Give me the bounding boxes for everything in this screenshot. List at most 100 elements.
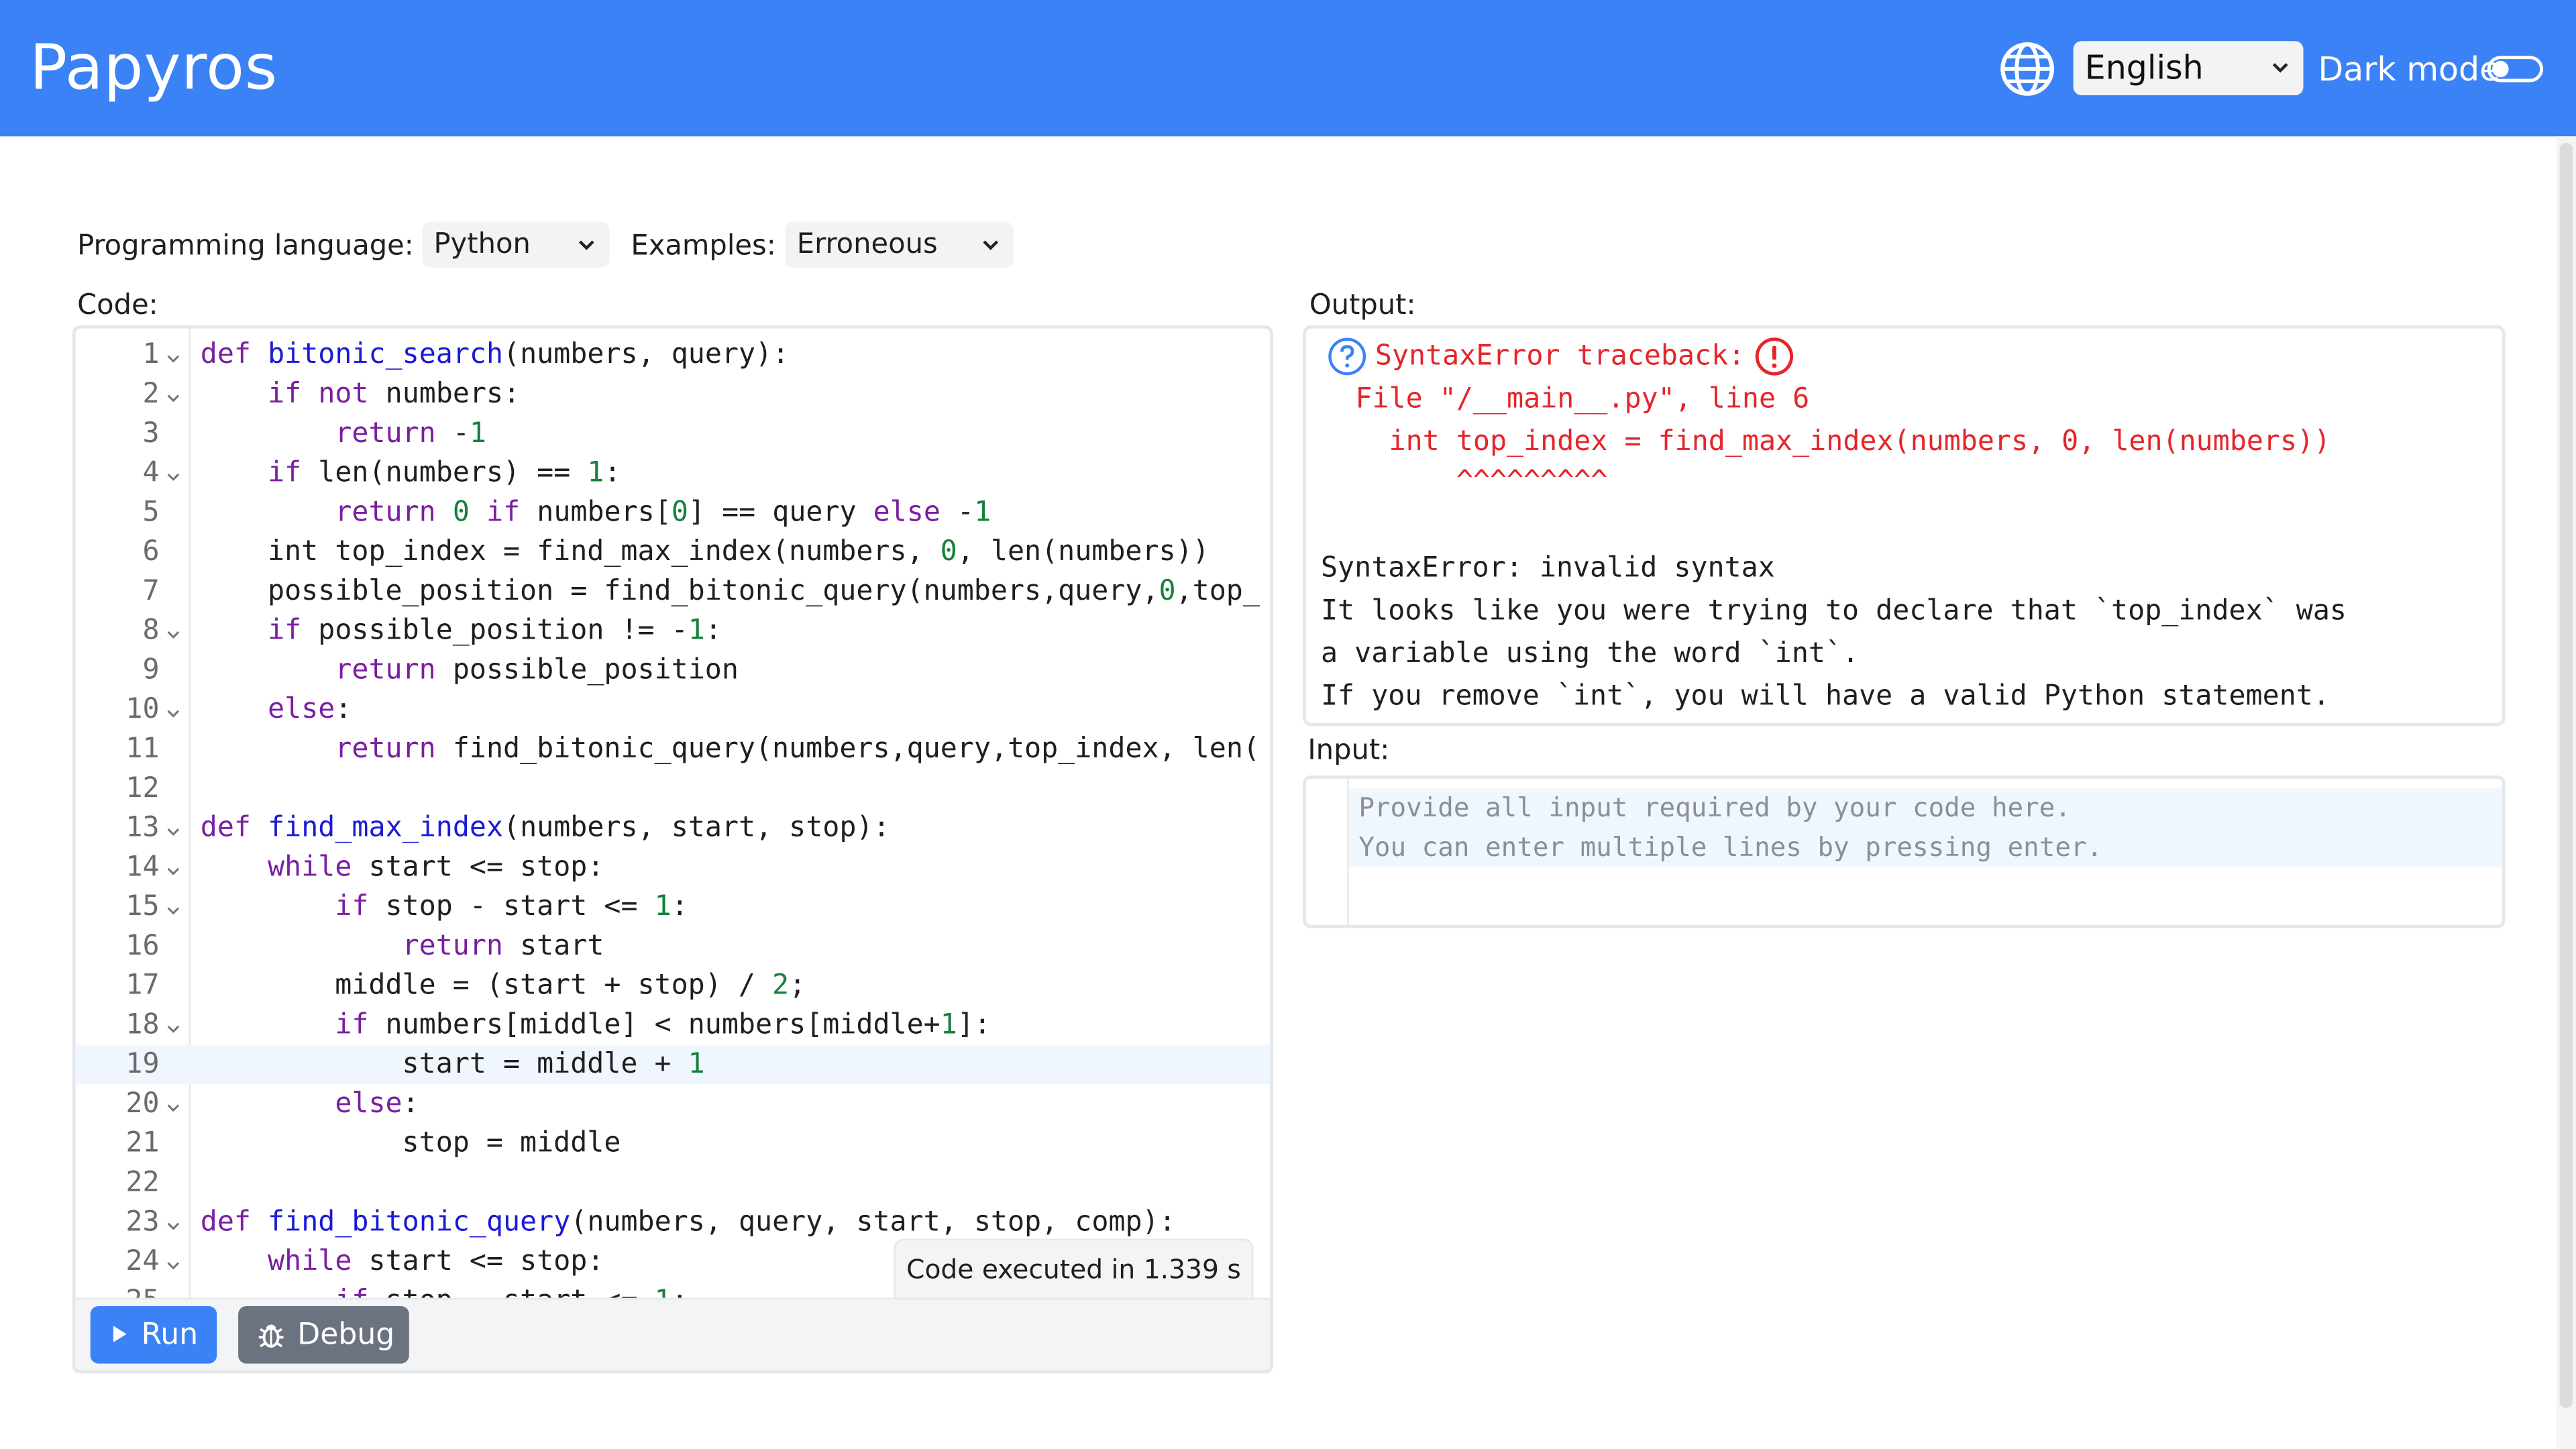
code-line[interactable]: 16 return start <box>76 926 1270 966</box>
code-content[interactable]: 1 def bitonic_search(numbers, query): 2 if… <box>75 335 1271 1298</box>
page-scrollbar[interactable] <box>2556 136 2576 1449</box>
line-number: 5 <box>142 496 160 529</box>
error-message-line: a variable using the word `int`. <box>1320 637 1860 671</box>
code-line-text: if len(numbers) == 1: <box>268 456 621 490</box>
app-header: Papyros English Dark mode <box>0 0 2576 137</box>
code-line-text: return possible_position <box>335 653 739 687</box>
code-line[interactable]: 18 if numbers[middle] < numbers[middle+1… <box>76 1006 1270 1045</box>
code-line-text: start = middle + 1 <box>200 1048 705 1081</box>
globe-icon <box>2000 42 2054 96</box>
input-gutter <box>1305 778 1349 925</box>
code-line[interactable]: 6 int top_index = find_max_index(numbers… <box>76 532 1270 572</box>
dark-mode-toggle[interactable] <box>2487 56 2544 83</box>
output-label: Output: <box>1309 289 1416 323</box>
output-panel: SyntaxError traceback: File "/__main__.p… <box>1303 325 2506 727</box>
programming-language-value: Python <box>433 228 531 262</box>
code-line-text: return 0 if numbers[0] == query else -1 <box>335 496 991 529</box>
code-toolbar: Run Debug <box>75 1297 1271 1371</box>
code-editor[interactable]: 1 def bitonic_search(numbers, query): 2 if… <box>72 325 1273 1374</box>
code-line[interactable]: 10 else: <box>76 690 1270 730</box>
error-title: SyntaxError traceback: <box>1375 339 1746 373</box>
debug-button-label: Debug <box>297 1318 395 1352</box>
code-line-text: return start <box>402 930 604 963</box>
code-line[interactable]: 3 return -1 <box>76 414 1270 453</box>
line-number: 8 <box>142 614 160 647</box>
line-number: 22 <box>125 1166 160 1199</box>
input-editor[interactable]: Provide all input required by your code … <box>1303 775 2506 928</box>
code-line[interactable]: 9 return possible_position <box>76 651 1270 690</box>
line-number: 19 <box>125 1048 160 1081</box>
code-line-text: if stop - start <= 1: <box>201 1281 688 1298</box>
code-line[interactable]: 21 stop = middle <box>76 1124 1270 1163</box>
code-line-text: while start <= stop: <box>268 1245 604 1279</box>
line-number: 20 <box>125 1087 160 1121</box>
code-line-text: middle = (start + stop) / 2; <box>200 969 806 1002</box>
examples-select[interactable]: Erroneous <box>785 221 1014 268</box>
chevron-down-icon <box>578 240 594 250</box>
code-line-text: else: <box>268 693 352 727</box>
line-number: 21 <box>125 1127 160 1160</box>
language-select[interactable]: English <box>2073 41 2304 96</box>
play-icon <box>113 1326 127 1342</box>
code-line-text: def find_max_index(numbers, start, stop)… <box>200 811 890 845</box>
code-label: Code: <box>77 289 158 323</box>
code-line[interactable]: 12 <box>76 769 1270 808</box>
code-line[interactable]: 8 if possible_position != -1: <box>76 611 1270 651</box>
code-line-text: while start <= stop: <box>268 851 604 884</box>
error-message-line: If you remove `int`, you will have a val… <box>1320 680 2330 713</box>
help-icon[interactable] <box>1328 337 1367 376</box>
line-number: 1 <box>142 338 160 372</box>
bug-icon <box>258 1324 284 1348</box>
debug-button[interactable]: Debug <box>238 1305 409 1364</box>
code-line-text: return -1 <box>335 417 487 451</box>
code-line[interactable]: 7 possible_position = find_bitonic_query… <box>76 572 1270 611</box>
line-number: 4 <box>142 456 160 490</box>
run-button[interactable]: Run <box>90 1305 217 1364</box>
line-number: 2 <box>142 378 160 411</box>
line-number: 18 <box>125 1008 160 1042</box>
code-line[interactable]: 5 return 0 if numbers[0] == query else -… <box>76 493 1270 533</box>
programming-language-select[interactable]: Python <box>422 221 610 268</box>
app-title: Papyros <box>30 31 278 104</box>
execution-time-badge: Code executed in 1.339 s <box>894 1238 1254 1298</box>
line-number: 14 <box>125 851 160 884</box>
error-icon <box>1755 337 1794 376</box>
input-label: Input: <box>1307 734 1390 767</box>
traceback-line: File "/__main__.py", line 6 <box>1355 382 1810 416</box>
code-line-text: else: <box>335 1087 419 1121</box>
code-line-text: def find_bitonic_query(numbers, query, s… <box>200 1205 1176 1239</box>
code-line-text: stop = middle <box>200 1127 621 1160</box>
code-line[interactable]: 14 while start <= stop: <box>76 848 1270 888</box>
error-message-line: It looks like you were trying to declare… <box>1320 594 2347 628</box>
traceback-line: int top_index = find_max_index(numbers, … <box>1355 425 2331 459</box>
line-number: 17 <box>125 969 160 1002</box>
code-line[interactable]: 17 middle = (start + stop) / 2; <box>76 966 1270 1006</box>
code-line[interactable]: 15 if stop - start <= 1: <box>76 887 1270 926</box>
code-line[interactable]: 20 else: <box>76 1084 1270 1124</box>
code-line[interactable]: 23 def find_bitonic_query(numbers, query,… <box>76 1203 1270 1242</box>
code-line-text: if possible_position != -1: <box>268 614 722 647</box>
code-line-text: if not numbers: <box>268 378 521 411</box>
code-line[interactable]: 11 return find_bitonic_query(numbers,que… <box>76 729 1270 769</box>
scrollbar-thumb[interactable] <box>2559 143 2573 1408</box>
code-line-text: int top_index = find_max_index(numbers, … <box>200 535 1210 569</box>
code-line[interactable]: 2 if not numbers: <box>76 374 1270 414</box>
code-line[interactable]: 4 if len(numbers) == 1: <box>76 453 1270 493</box>
toggle-knob <box>2492 60 2509 78</box>
code-line[interactable]: 22 <box>76 1163 1270 1203</box>
examples-value: Erroneous <box>796 228 938 262</box>
code-line-text: if stop - start <= 1: <box>335 890 688 924</box>
line-number: 15 <box>125 890 160 924</box>
chevron-down-icon <box>2272 62 2288 73</box>
code-line[interactable]: 19 start = middle + 1 <box>75 1044 1271 1085</box>
line-number: 25 <box>76 1281 159 1298</box>
line-number: 9 <box>142 653 160 687</box>
code-line-text: return find_bitonic_query(numbers,query,… <box>335 733 1260 766</box>
code-line[interactable]: 13 def find_max_index(numbers, start, sto… <box>76 808 1270 848</box>
code-line-text: if numbers[middle] < numbers[middle+1]: <box>335 1008 991 1042</box>
traceback-caret: ^^^^^^^^^ <box>1355 465 1608 498</box>
code-line-text: possible_position = find_bitonic_query(n… <box>200 575 1260 608</box>
code-line[interactable]: 1 def bitonic_search(numbers, query): <box>76 335 1270 375</box>
line-number: 24 <box>125 1245 160 1279</box>
code-line-text: def bitonic_search(numbers, query): <box>200 338 790 372</box>
